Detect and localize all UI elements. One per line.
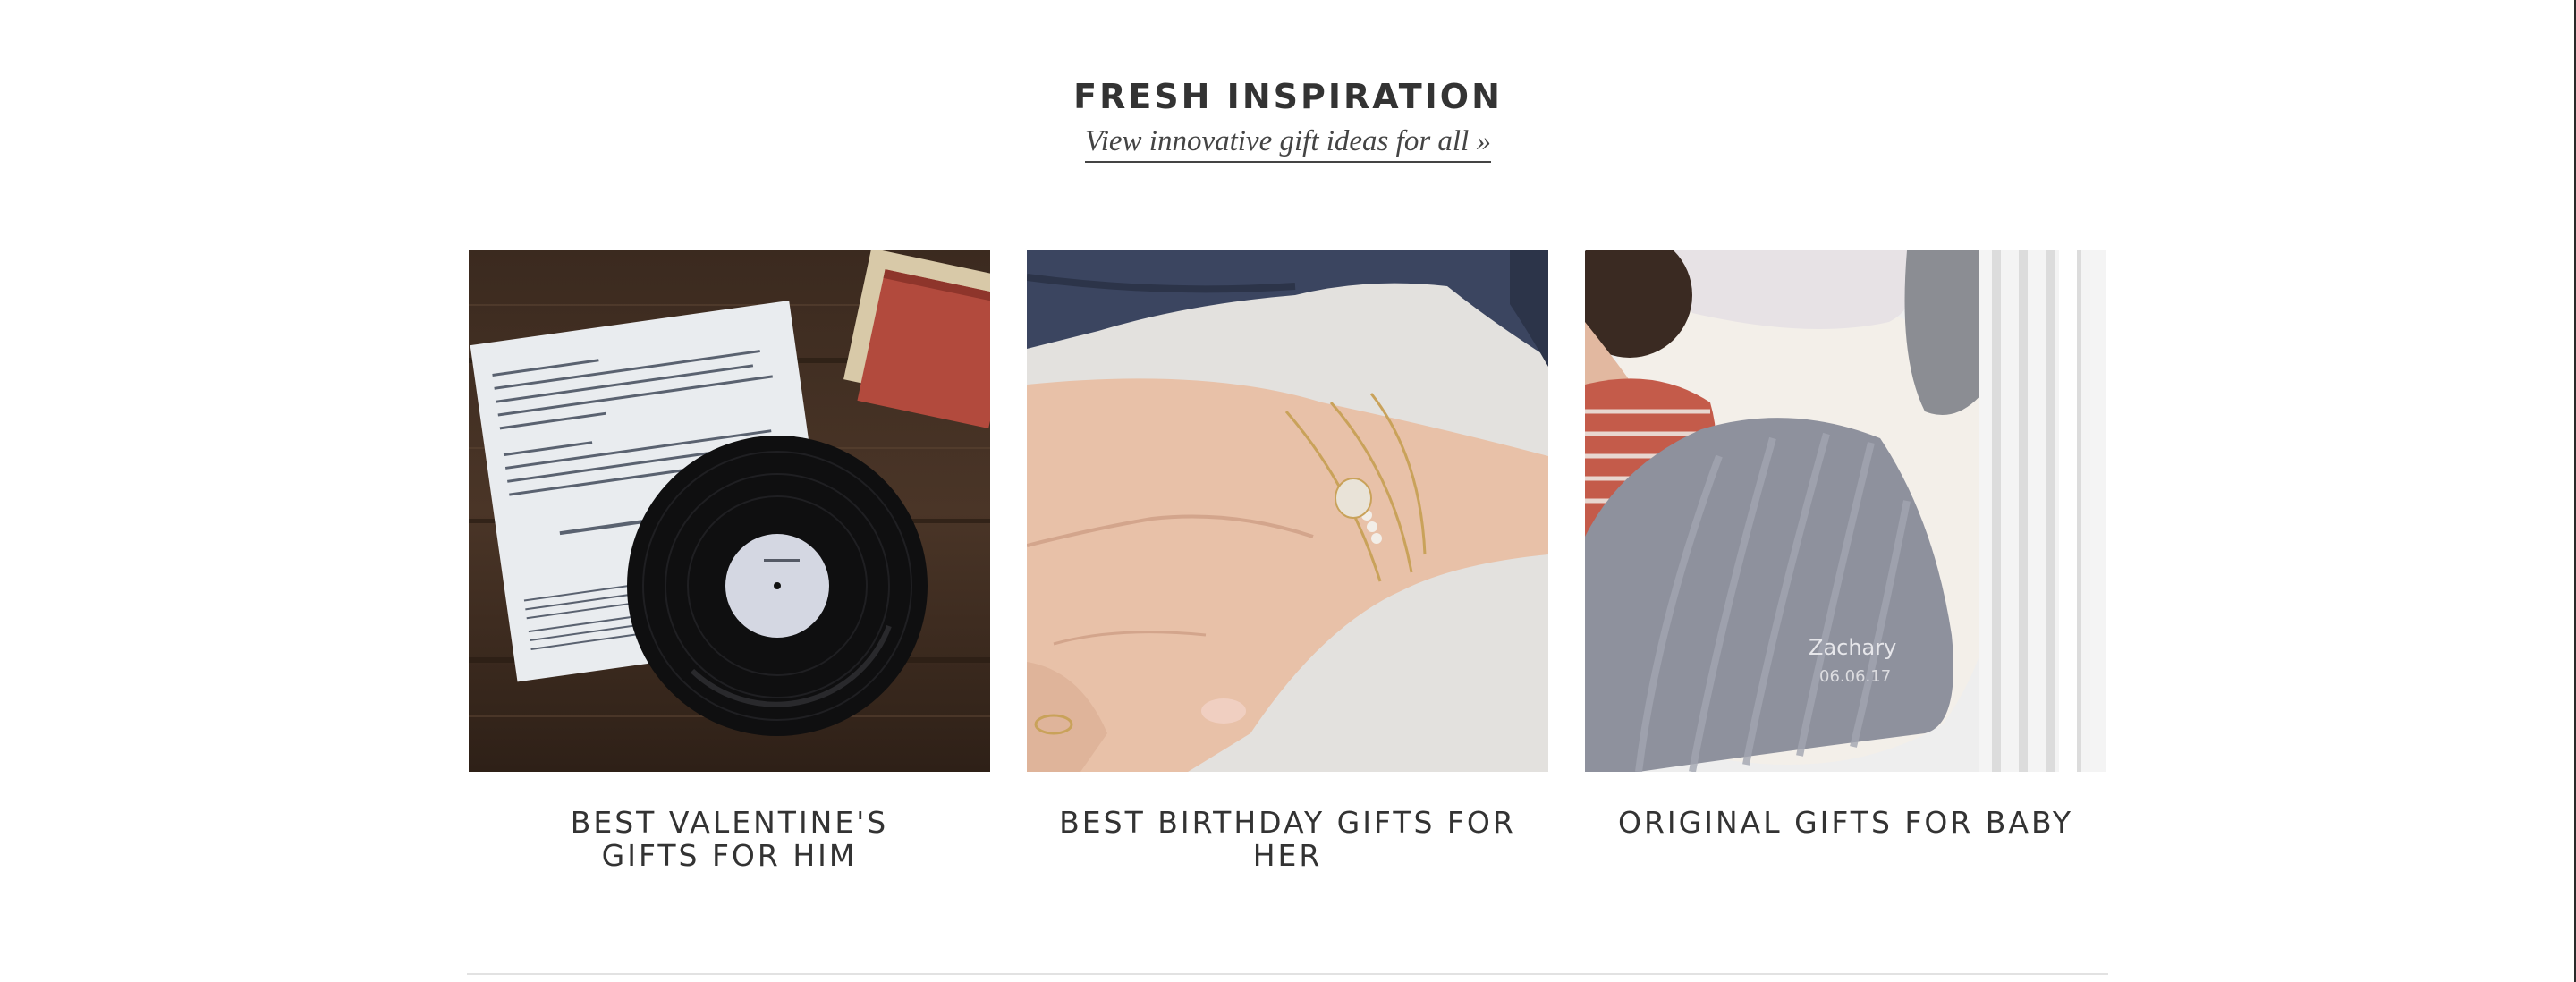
card-title[interactable]: BEST BIRTHDAY GIFTS FOR HER — [1027, 806, 1548, 872]
svg-text:Zachary: Zachary — [1809, 635, 1896, 660]
card-title[interactable]: ORIGINAL GIFTS FOR BABY — [1585, 806, 2106, 839]
view-gift-ideas-link[interactable]: View innovative gift ideas for all » — [1085, 123, 1491, 163]
page: FRESH INSPIRATION View innovative gift i… — [0, 0, 2576, 982]
section-header: FRESH INSPIRATION View innovative gift i… — [0, 72, 2576, 163]
card-valentines-for-him[interactable]: BEST VALENTINE'S GIFTS FOR HIM — [469, 250, 990, 872]
section-divider — [467, 973, 2108, 975]
baby-blanket-photo[interactable]: Zachary 06.06.17 — [1585, 250, 2106, 772]
gift-category-cards: BEST VALENTINE'S GIFTS FOR HIM BEST BIRT… — [469, 250, 2106, 894]
svg-text:06.06.17: 06.06.17 — [1819, 667, 1891, 686]
bracelets-photo[interactable] — [1027, 250, 1548, 772]
section-title: FRESH INSPIRATION — [1073, 77, 1503, 116]
card-gifts-for-baby[interactable]: Zachary 06.06.17 ORIGINAL GIFTS FOR BABY — [1585, 250, 2106, 839]
vinyl-record-photo[interactable] — [469, 250, 990, 772]
card-title[interactable]: BEST VALENTINE'S GIFTS FOR HIM — [469, 806, 990, 872]
card-birthday-for-her[interactable]: BEST BIRTHDAY GIFTS FOR HER — [1027, 250, 1548, 872]
